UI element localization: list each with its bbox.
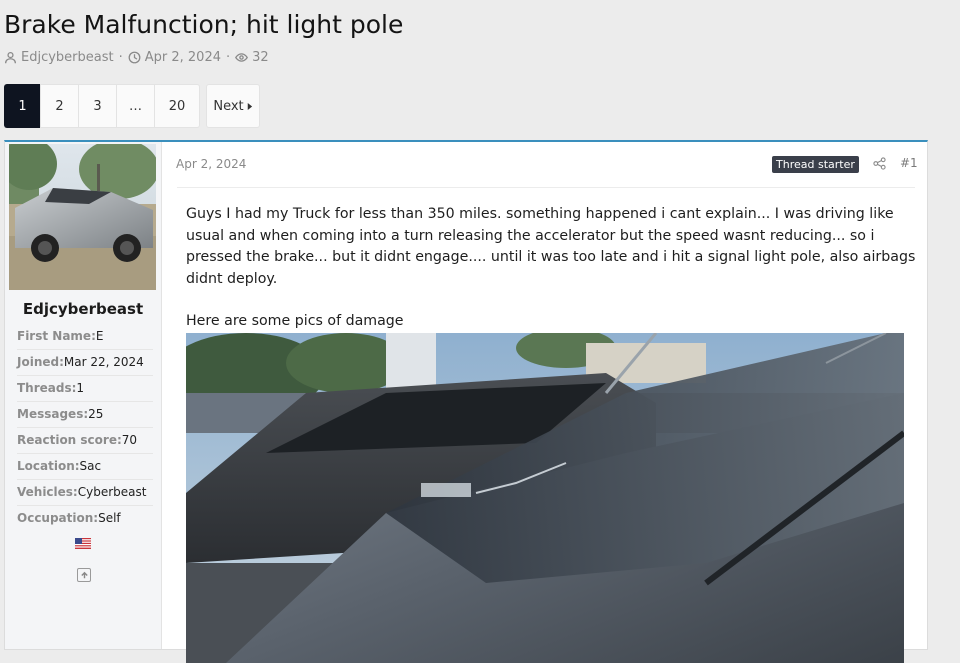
user-stat-location: Location:Sac bbox=[17, 454, 153, 480]
arrow-up-icon bbox=[80, 571, 88, 578]
avatar[interactable] bbox=[9, 144, 156, 290]
user-stat-first-name: First Name:E bbox=[17, 324, 153, 350]
thread-starter-badge: Thread starter bbox=[772, 156, 859, 173]
post-body: Guys I had my Truck for less than 350 mi… bbox=[186, 204, 916, 333]
next-page-button[interactable]: Next bbox=[206, 84, 260, 128]
post-header-divider bbox=[177, 187, 915, 188]
page-2-button[interactable]: 2 bbox=[40, 84, 78, 128]
username[interactable]: Edjcyberbeast bbox=[5, 300, 161, 318]
view-count: 32 bbox=[252, 50, 269, 65]
caret-right-icon bbox=[247, 102, 252, 110]
user-stats: First Name:E Joined:Mar 22, 2024 Threads… bbox=[17, 324, 153, 531]
thread-author[interactable]: Edjcyberbeast bbox=[21, 50, 114, 65]
post-number[interactable]: #1 bbox=[900, 156, 918, 170]
post: Edjcyberbeast First Name:E Joined:Mar 22… bbox=[4, 140, 928, 663]
post-content: Apr 2, 2024 Thread starter #1 Guys I had… bbox=[161, 142, 927, 663]
thread-title: Brake Malfunction; hit light pole bbox=[4, 10, 404, 39]
user-stat-joined: Joined:Mar 22, 2024 bbox=[17, 350, 153, 376]
clock-icon bbox=[128, 51, 141, 64]
user-stat-messages: Messages:25 bbox=[17, 402, 153, 428]
avatar-image bbox=[9, 144, 156, 290]
page-3-button[interactable]: 3 bbox=[78, 84, 116, 128]
meta-separator: · bbox=[118, 50, 123, 65]
post-paragraph: Guys I had my Truck for less than 350 mi… bbox=[186, 206, 916, 287]
user-stat-reaction-score: Reaction score:70 bbox=[17, 428, 153, 454]
meta-separator: · bbox=[226, 50, 231, 65]
user-icon bbox=[4, 51, 17, 64]
eye-icon bbox=[235, 53, 249, 62]
page-1-button[interactable]: 1 bbox=[4, 84, 40, 128]
user-stat-occupation: Occupation:Self bbox=[17, 511, 121, 525]
post-date[interactable]: Apr 2, 2024 bbox=[176, 157, 246, 171]
scroll-up-icon[interactable] bbox=[77, 568, 91, 582]
damage-photo[interactable] bbox=[186, 333, 904, 663]
user-stat-threads: Threads:1 bbox=[17, 376, 153, 402]
thread-meta: Edjcyberbeast · Apr 2, 2024 · 32 bbox=[4, 50, 269, 65]
damage-photo-image bbox=[186, 333, 904, 663]
thread-date[interactable]: Apr 2, 2024 bbox=[145, 50, 221, 65]
us-flag-icon bbox=[75, 538, 91, 549]
user-stat-vehicles: Vehicles:Cyberbeast bbox=[17, 480, 153, 506]
pagination: 1 2 3 … 20 Next bbox=[4, 84, 260, 128]
user-info-panel: Edjcyberbeast First Name:E Joined:Mar 22… bbox=[5, 142, 162, 649]
page-20-button[interactable]: 20 bbox=[154, 84, 200, 128]
next-page-label: Next bbox=[213, 98, 244, 114]
post-paragraph: Here are some pics of damage bbox=[186, 313, 404, 329]
page-jump-button[interactable]: … bbox=[116, 84, 154, 128]
share-icon[interactable] bbox=[873, 157, 886, 170]
